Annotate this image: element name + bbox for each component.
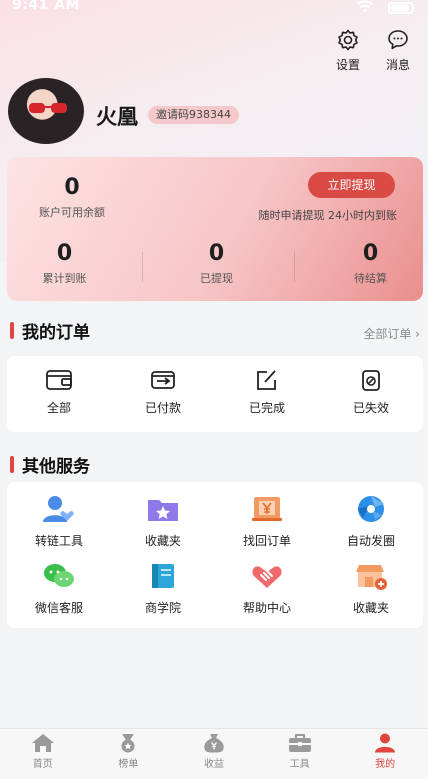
orders-section-title: 我的订单 [10, 318, 90, 343]
settings-label: 设置 [335, 58, 360, 72]
withdraw-button[interactable]: 立即提现 [308, 172, 395, 198]
messages-label: 消息 [385, 58, 410, 72]
stat-withdrawn[interactable]: 0 已提现 [169, 241, 264, 286]
home-icon [31, 734, 54, 752]
service-link-tool[interactable]: 转链工具 [7, 494, 111, 549]
service-auto-post[interactable]: 自动发圈 [319, 494, 423, 549]
battery-icon [388, 2, 414, 14]
folder-star-icon [148, 500, 178, 521]
services-section-title: 其他服务 [10, 452, 90, 477]
services-card: 转链工具 收藏夹 找回订单 自动发圈 微信客服 商学院 帮助中心 收藏夹 [7, 482, 423, 628]
avatar[interactable] [8, 78, 84, 144]
wallet-icon [46, 370, 72, 390]
wifi-icon [356, 0, 374, 13]
service-label: 帮助中心 [242, 601, 291, 615]
tab-label: 收益 [203, 759, 224, 770]
user-name: 火凰 [96, 105, 138, 129]
tab-label: 我的 [375, 759, 396, 770]
paid-icon [151, 371, 175, 389]
gear-icon [338, 29, 358, 51]
stat-total-received[interactable]: 0 累计到账 [17, 241, 112, 286]
stat-label: 待结算 [354, 272, 387, 285]
stat-value: 0 [362, 241, 379, 266]
tab-label: 榜单 [118, 759, 139, 770]
user-icon [375, 733, 396, 753]
status-bar: 9:41 AM [0, 0, 428, 18]
stat-value: 0 [208, 241, 225, 266]
service-recover-order[interactable]: 找回订单 [215, 494, 319, 549]
messages-button[interactable]: 消息 [382, 28, 414, 73]
wallet-card: 0 账户可用余额 立即提现 随时申请提现 24小时内到账 0 累计到账 0 已提… [7, 157, 423, 301]
tab-home[interactable]: 首页 [0, 729, 86, 779]
stat-label: 累计到账 [42, 272, 87, 285]
service-favorites[interactable]: 收藏夹 [111, 494, 215, 549]
service-label: 自动发圈 [346, 534, 395, 548]
medal-icon [121, 734, 135, 753]
status-time: 9:41 AM [12, 0, 80, 13]
order-label: 已付款 [144, 401, 181, 415]
order-all[interactable]: 全部 [7, 369, 111, 416]
toolbox-icon [288, 734, 311, 752]
stat-label: 已提现 [200, 272, 233, 285]
withdraw-note: 随时申请提现 24小时内到账 [258, 209, 398, 222]
avatar-photo [29, 103, 67, 113]
shop-add-icon [356, 565, 387, 590]
invite-code-badge[interactable]: 邀请码938344 [148, 106, 239, 124]
divider [294, 252, 295, 282]
stat-value: 0 [56, 241, 73, 266]
settings-button[interactable]: 设置 [332, 28, 364, 73]
orders-card: 全部 已付款 已完成 已失效 [7, 356, 423, 432]
service-label: 收藏夹 [352, 601, 389, 615]
tab-earnings[interactable]: 收益 [171, 729, 257, 779]
money-bag-icon [204, 734, 224, 753]
user-heart-icon [43, 496, 74, 522]
service-label: 商学院 [144, 601, 181, 615]
order-label: 已失效 [352, 401, 389, 415]
stat-pending[interactable]: 0 待结算 [323, 241, 418, 286]
service-label: 找回订单 [242, 534, 291, 548]
tab-tools[interactable]: 工具 [257, 729, 343, 779]
handshake-icon [252, 566, 282, 588]
tab-label: 首页 [32, 759, 53, 770]
order-yen-icon [252, 497, 282, 521]
tab-label: 工具 [289, 759, 310, 770]
book-icon [152, 564, 174, 588]
order-label: 已完成 [248, 401, 285, 415]
order-completed[interactable]: 已完成 [215, 369, 319, 416]
edit-icon [257, 370, 276, 390]
divider [142, 252, 143, 282]
tab-rankings[interactable]: 榜单 [86, 729, 172, 779]
tab-me[interactable]: 我的 [342, 729, 428, 779]
wechat-icon [44, 564, 74, 587]
top-actions: 设置 消息 [332, 28, 414, 73]
available-balance-label: 账户可用余额 [39, 206, 105, 219]
service-wechat-support[interactable]: 微信客服 [7, 561, 111, 616]
available-balance-value: 0 [64, 175, 80, 200]
order-paid[interactable]: 已付款 [111, 369, 215, 416]
invalid-icon [362, 370, 380, 391]
available-balance: 0 账户可用余额 [27, 175, 117, 220]
all-orders-link[interactable]: 全部订单 › [363, 325, 420, 342]
service-label: 转链工具 [34, 534, 83, 548]
shutter-icon [358, 496, 384, 522]
service-favorites-2[interactable]: 收藏夹 [319, 561, 423, 616]
order-invalid[interactable]: 已失效 [319, 369, 423, 416]
service-help-center[interactable]: 帮助中心 [215, 561, 319, 616]
tab-bar: 首页 榜单 收益 工具 我的 [0, 728, 428, 779]
service-label: 微信客服 [34, 601, 83, 615]
chat-bubble-icon [388, 30, 408, 50]
service-academy[interactable]: 商学院 [111, 561, 215, 616]
service-label: 收藏夹 [144, 534, 181, 548]
order-label: 全部 [46, 401, 71, 415]
